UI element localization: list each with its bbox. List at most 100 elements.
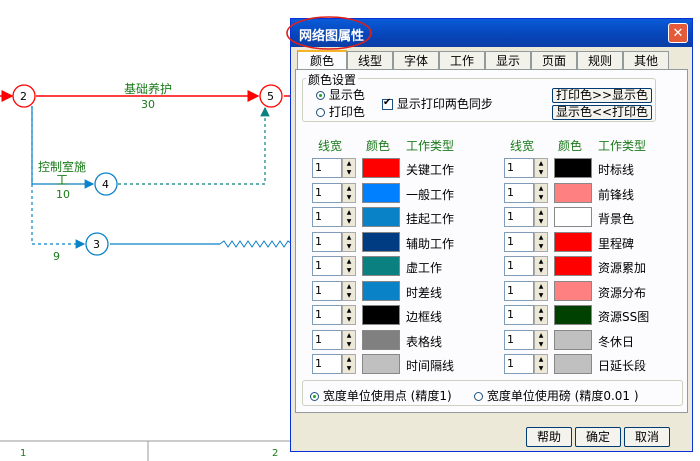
radio-display-label: 显示色	[328, 88, 365, 102]
color-swatch[interactable]	[362, 256, 400, 276]
color-swatch[interactable]	[554, 329, 592, 350]
color-swatch[interactable]	[554, 256, 592, 276]
color-swatch[interactable]	[362, 280, 400, 301]
close-button[interactable]: ✕	[668, 23, 688, 43]
radio-unit-points[interactable]: 宽度单位使用点 (精度1)	[310, 387, 452, 404]
spin-arrows-icon[interactable]: ▲ ▼	[534, 231, 548, 252]
tab-rules[interactable]: 规则	[577, 51, 623, 69]
line-width-input[interactable]: 1	[504, 207, 534, 227]
node-3-label: 3	[93, 238, 100, 251]
color-swatch[interactable]	[362, 158, 400, 178]
spin-arrows-icon[interactable]: ▲ ▼	[342, 158, 356, 178]
work-type-label: 虚工作	[406, 261, 443, 275]
unit-points-label: 宽度单位使用点 (精度1)	[322, 389, 452, 403]
radio-display-indicator[interactable]	[316, 91, 325, 100]
sync-check-indicator[interactable]	[382, 97, 393, 110]
spin-arrows-icon[interactable]: ▲ ▼	[342, 182, 356, 203]
color-swatch[interactable]	[554, 305, 592, 325]
work-type-label: 资源SS图	[598, 310, 650, 324]
spin-arrows-icon[interactable]: ▲ ▼	[534, 354, 548, 374]
radio-unit-points-indicator[interactable]	[310, 392, 319, 401]
spin-arrows-icon[interactable]: ▲ ▼	[534, 256, 548, 276]
color-swatch[interactable]	[554, 354, 592, 374]
radio-print-indicator[interactable]	[316, 108, 325, 117]
task-duration-foundation: 30	[141, 98, 155, 111]
spin-arrows-icon[interactable]: ▲ ▼	[342, 207, 356, 227]
line-width-input[interactable]: 1	[312, 158, 342, 178]
radio-unit-pounds[interactable]: 宽度单位使用磅 (精度0.01 )	[474, 387, 639, 404]
line-width-input[interactable]: 1	[504, 182, 534, 203]
work-type-label: 背景色	[598, 212, 635, 226]
spin-arrows-icon[interactable]: ▲ ▼	[342, 280, 356, 301]
line-width-input[interactable]: 1	[312, 231, 342, 252]
header-type-right: 工作类型	[598, 139, 647, 153]
spin-arrows-icon[interactable]: ▲ ▼	[534, 182, 548, 203]
radio-unit-pounds-indicator[interactable]	[474, 392, 483, 401]
dialog-titlebar[interactable]: 网络图属性 ✕	[286, 16, 692, 50]
header-width-right: 线宽	[510, 139, 535, 153]
tab-color[interactable]: 颜色	[297, 50, 347, 70]
color-swatch[interactable]	[362, 207, 400, 227]
work-type-label: 表格线	[406, 334, 443, 349]
spin-arrows-icon[interactable]: ▲ ▼	[534, 280, 548, 301]
radio-print-color[interactable]: 打印色	[316, 103, 365, 120]
tab-font[interactable]: 字体	[393, 51, 439, 69]
spin-arrows-icon[interactable]: ▲ ▼	[342, 231, 356, 252]
color-swatch[interactable]	[362, 231, 400, 252]
line-width-input[interactable]: 1	[312, 182, 342, 203]
tab-page[interactable]: 页面	[531, 51, 577, 69]
work-type-label: 前锋线	[598, 187, 635, 202]
color-swatch[interactable]	[362, 182, 400, 203]
line-width-input[interactable]: 1	[312, 256, 342, 276]
color-swatch[interactable]	[362, 329, 400, 350]
node-2-label: 2	[20, 90, 27, 103]
line-width-input[interactable]: 1	[504, 158, 534, 178]
line-width-input[interactable]: 1	[312, 329, 342, 350]
line-width-input[interactable]: 1	[504, 354, 534, 374]
header-color-left: 颜色	[366, 139, 391, 153]
line-width-input[interactable]: 1	[504, 231, 534, 252]
spin-arrows-icon[interactable]: ▲ ▼	[342, 305, 356, 325]
spin-arrows-icon[interactable]: ▲ ▼	[534, 305, 548, 325]
work-type-label: 关键工作	[406, 163, 455, 177]
tab-line-type[interactable]: 线型	[347, 51, 393, 69]
ok-button[interactable]: 确定	[575, 427, 621, 447]
line-width-input[interactable]: 1	[312, 207, 342, 227]
spin-arrows-icon[interactable]: ▲ ▼	[342, 354, 356, 374]
tab-other[interactable]: 其他	[623, 51, 669, 69]
spin-arrows-icon[interactable]: ▲ ▼	[534, 158, 548, 178]
spin-arrows-icon[interactable]: ▲ ▼	[534, 207, 548, 227]
tab-display[interactable]: 显示	[485, 51, 531, 69]
work-type-label: 边框线	[406, 310, 443, 324]
work-type-label: 资源累加	[598, 261, 647, 275]
line-width-input[interactable]: 1	[312, 305, 342, 325]
task-duration-control-room: 10	[56, 188, 70, 201]
color-swatch[interactable]	[362, 305, 400, 325]
node-5-label: 5	[267, 90, 274, 103]
print-to-display-button[interactable]: 打印色>>显示色	[552, 88, 652, 103]
help-button[interactable]: 帮助	[526, 427, 572, 447]
header-color-right: 颜色	[558, 139, 583, 153]
tab-work[interactable]: 工作	[439, 51, 485, 69]
line-width-input[interactable]: 1	[312, 280, 342, 301]
color-swatch[interactable]	[554, 280, 592, 301]
line-width-input[interactable]: 1	[504, 256, 534, 276]
color-swatch[interactable]	[362, 354, 400, 374]
dummy-arrow	[118, 106, 270, 185]
display-to-print-button[interactable]: 显示色<<打印色	[552, 105, 652, 120]
sync-colors-checkbox[interactable]: 显示打印两色同步	[382, 95, 493, 112]
line-width-input[interactable]: 1	[312, 354, 342, 374]
cancel-button[interactable]: 取消	[624, 427, 670, 447]
line-width-input[interactable]: 1	[504, 280, 534, 301]
color-swatch[interactable]	[554, 231, 592, 252]
color-swatch[interactable]	[554, 207, 592, 227]
color-swatch[interactable]	[554, 158, 592, 178]
work-type-label: 辅助工作	[406, 236, 455, 251]
color-swatch[interactable]	[554, 182, 592, 203]
spin-arrows-icon[interactable]: ▲ ▼	[534, 329, 548, 350]
line-width-input[interactable]: 1	[504, 329, 534, 350]
line-width-input[interactable]: 1	[504, 305, 534, 325]
radio-display-color[interactable]: 显示色	[316, 86, 365, 103]
spin-arrows-icon[interactable]: ▲ ▼	[342, 329, 356, 350]
spin-arrows-icon[interactable]: ▲ ▼	[342, 256, 356, 276]
